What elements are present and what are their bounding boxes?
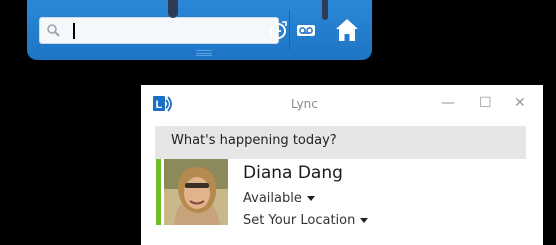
search-box[interactable] (39, 17, 279, 44)
home-icon (336, 19, 358, 41)
close-button[interactable]: ✕ (514, 95, 526, 111)
location-label: Set Your Location (243, 213, 356, 228)
toolbar (27, 0, 372, 60)
minimize-button[interactable]: — (441, 95, 455, 111)
svg-text:L: L (156, 99, 163, 111)
presence-dropdown[interactable]: Available (243, 191, 315, 206)
lync-window: L Lync — ☐ ✕ What's happening today? Dia… (141, 85, 543, 245)
presence-indicator (156, 159, 161, 225)
chevron-down-icon (360, 218, 369, 223)
title-bar: L Lync — ☐ ✕ (141, 85, 543, 121)
text-cursor (73, 23, 75, 39)
window-title: Lync (291, 97, 318, 111)
recent-calls-button[interactable] (267, 19, 289, 41)
maximize-button[interactable]: ☐ (479, 95, 492, 111)
voicemail-button[interactable] (295, 19, 317, 41)
lync-logo-icon: L (153, 95, 173, 117)
presence-label: Available (243, 191, 302, 206)
clock-arrow-icon (270, 21, 287, 39)
search-input[interactable] (76, 21, 272, 39)
user-name: Diana Dang (243, 163, 343, 183)
chevron-down-icon (306, 196, 315, 201)
pin-marker (168, 0, 178, 18)
status-note-input[interactable]: What's happening today? (155, 126, 526, 159)
home-button[interactable] (333, 16, 361, 44)
voicemail-icon (297, 25, 315, 36)
resize-grip[interactable] (196, 50, 212, 56)
avatar[interactable] (164, 159, 228, 225)
search-icon (46, 23, 62, 43)
pin-marker (322, 0, 328, 20)
toolbar-divider (289, 10, 290, 50)
location-dropdown[interactable]: Set Your Location (243, 213, 369, 228)
